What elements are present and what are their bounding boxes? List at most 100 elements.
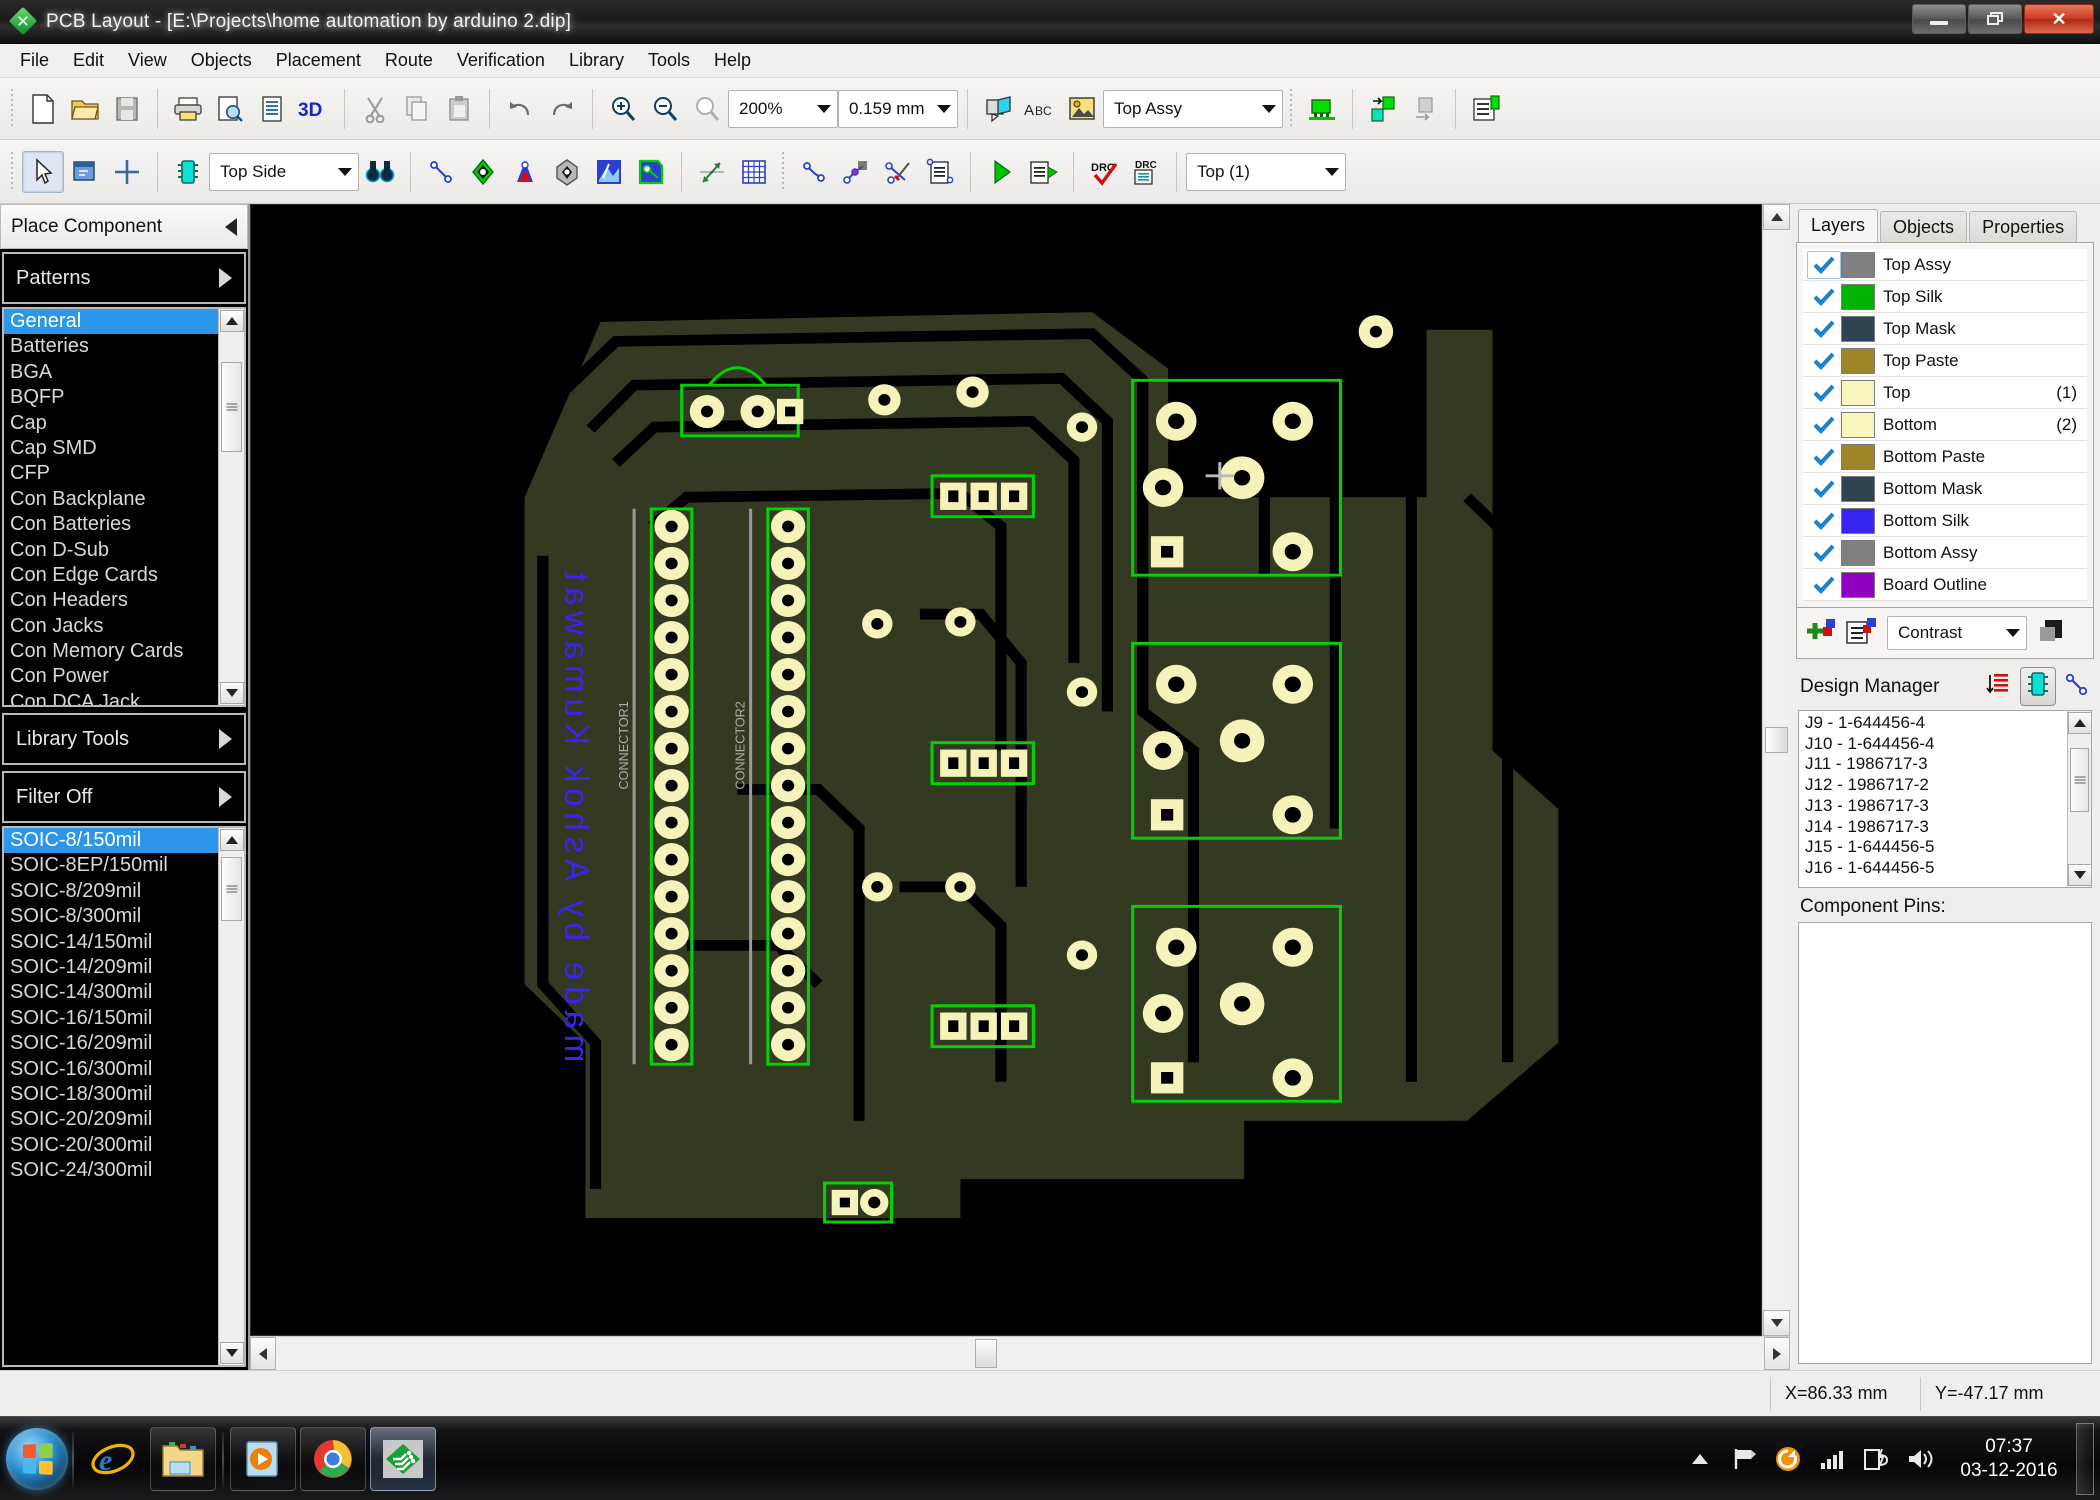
print-preview-icon[interactable] <box>209 88 251 130</box>
via-tool-icon[interactable] <box>504 151 546 193</box>
list-item[interactable]: J13 - 1986717-3 <box>1805 796 2067 817</box>
layer-visible-checkbox[interactable] <box>1807 544 1841 562</box>
layer-visible-checkbox[interactable] <box>1807 480 1841 498</box>
canvas-horizontal-scrollbar[interactable] <box>250 1336 1790 1370</box>
unplace-icon[interactable] <box>1404 88 1446 130</box>
list-item[interactable]: J16 - 1-644456-5 <box>1805 858 2067 879</box>
scroll-right-button[interactable] <box>1764 1337 1790 1370</box>
scroll-up-button[interactable] <box>219 829 244 851</box>
layer-stack-icon[interactable] <box>2037 617 2065 650</box>
binoculars-icon[interactable] <box>359 151 401 193</box>
filter-section[interactable]: Filter Off <box>2 771 246 823</box>
layer-row[interactable]: Bottom Assy <box>1803 537 2087 569</box>
layer-properties-icon[interactable] <box>1845 617 1877 650</box>
list-item[interactable]: SOIC-8/150mil <box>4 828 218 854</box>
scroll-thumb[interactable] <box>1765 726 1788 753</box>
active-layer-combo[interactable]: Top (1) <box>1186 152 1346 191</box>
components-view-icon[interactable] <box>2020 667 2056 706</box>
layer-visible-checkbox[interactable] <box>1807 512 1841 530</box>
list-item[interactable]: Con Jacks <box>4 614 218 639</box>
text-abc-icon[interactable]: A BC <box>1019 88 1061 130</box>
chevron-left-icon[interactable] <box>225 217 237 236</box>
canvas-vertical-scrollbar[interactable] <box>1762 204 1790 1336</box>
print-icon[interactable] <box>167 88 209 130</box>
list-item[interactable]: Con Backplane <box>4 487 218 512</box>
volume-icon[interactable] <box>1903 1442 1937 1476</box>
menu-help[interactable]: Help <box>702 46 763 75</box>
show-hidden-icons-icon[interactable] <box>1683 1442 1717 1476</box>
menu-route[interactable]: Route <box>373 46 445 75</box>
layer-row[interactable]: Bottom Silk <box>1803 505 2087 537</box>
drc-report-icon[interactable]: DRC <box>1125 151 1167 193</box>
layer-row[interactable]: Top Silk <box>1803 281 2087 313</box>
menu-view[interactable]: View <box>116 46 179 75</box>
layer-row[interactable]: Top Paste <box>1803 345 2087 377</box>
layer-row[interactable]: Board Outline <box>1803 569 2087 601</box>
menu-library[interactable]: Library <box>557 46 636 75</box>
layer-color-swatch[interactable] <box>1841 283 1875 310</box>
cut-trace-icon[interactable] <box>877 151 919 193</box>
update-icon[interactable] <box>1771 1442 1805 1476</box>
place-component-icon[interactable] <box>64 151 106 193</box>
dimension-icon[interactable] <box>691 151 733 193</box>
layer-visible-checkbox[interactable] <box>1807 384 1841 402</box>
category-listbox[interactable]: General Batteries BGA BQFP Cap Cap SMD C… <box>2 307 246 707</box>
layer-visible-checkbox[interactable] <box>1807 352 1841 370</box>
list-item[interactable]: J15 - 1-644456-5 <box>1805 837 2067 858</box>
grid-icon[interactable] <box>733 151 775 193</box>
list-item[interactable]: SOIC-24/300mil <box>4 1158 218 1183</box>
drc-check-icon[interactable]: DRC <box>1083 151 1125 193</box>
layer-visible-checkbox[interactable] <box>1807 416 1841 434</box>
layer-row[interactable]: Top (1) <box>1803 377 2087 409</box>
scroll-down-button[interactable] <box>2067 864 2091 886</box>
list-item[interactable]: SOIC-20/300mil <box>4 1133 218 1158</box>
nets-view-icon[interactable] <box>2064 672 2090 701</box>
scroll-thumb[interactable] <box>975 1339 998 1368</box>
list-item[interactable]: Batteries <box>4 334 218 359</box>
layer-color-swatch[interactable] <box>1841 507 1875 534</box>
image-icon[interactable] <box>1061 88 1103 130</box>
scroll-track[interactable] <box>220 332 243 682</box>
taskbar-ie-icon[interactable]: e <box>80 1427 146 1491</box>
scroll-thumb[interactable] <box>221 362 242 452</box>
chip-icon[interactable] <box>167 151 209 193</box>
board-side-combo[interactable]: Top Side <box>209 152 359 191</box>
scroll-up-button[interactable] <box>1763 204 1790 230</box>
list-item[interactable]: SOIC-8/300mil <box>4 904 218 929</box>
menu-edit[interactable]: Edit <box>61 46 116 75</box>
list-item[interactable]: J12 - 1986717-2 <box>1805 775 2067 796</box>
close-button[interactable]: ✕ <box>2024 4 2094 34</box>
taskbar-chrome-icon[interactable] <box>300 1426 366 1491</box>
layer-color-swatch[interactable] <box>1841 379 1875 406</box>
zoom-window-icon[interactable] <box>686 88 728 130</box>
menu-tools[interactable]: Tools <box>636 46 702 75</box>
library-tools-section[interactable]: Library Tools <box>2 713 246 765</box>
paste-icon[interactable] <box>438 88 480 130</box>
layer-row[interactable]: Bottom Mask <box>1803 473 2087 505</box>
line-tool-icon[interactable] <box>420 151 462 193</box>
scroll-down-button[interactable] <box>219 1342 244 1364</box>
sort-nets-icon[interactable] <box>1984 671 2010 702</box>
taskbar-pcb-layout-icon[interactable] <box>370 1426 436 1491</box>
restore-button[interactable] <box>1968 4 2022 34</box>
list-item[interactable]: Cap <box>4 411 218 436</box>
save-file-icon[interactable] <box>106 88 148 130</box>
layer-visible-checkbox[interactable] <box>1807 288 1841 306</box>
scroll-down-button[interactable] <box>1763 1310 1790 1336</box>
layer-visible-checkbox[interactable] <box>1807 448 1841 466</box>
list-item[interactable]: SOIC-16/300mil <box>4 1057 218 1082</box>
scroll-track[interactable] <box>1763 230 1790 1310</box>
category-scrollbar[interactable] <box>218 309 244 705</box>
scroll-left-button[interactable] <box>250 1337 276 1370</box>
menu-objects[interactable]: Objects <box>179 46 264 75</box>
toolbar-grip-2[interactable] <box>1288 88 1296 129</box>
list-item[interactable]: SOIC-14/209mil <box>4 955 218 980</box>
route-manual-icon[interactable] <box>793 151 835 193</box>
scroll-track[interactable] <box>220 851 243 1342</box>
list-item[interactable]: Con D-Sub <box>4 538 218 563</box>
layer-color-swatch[interactable] <box>1841 571 1875 598</box>
add-layer-icon[interactable] <box>1803 617 1835 650</box>
report-icon[interactable] <box>251 88 293 130</box>
list-item[interactable]: CFP <box>4 461 218 486</box>
network-signal-icon[interactable] <box>1815 1442 1849 1476</box>
